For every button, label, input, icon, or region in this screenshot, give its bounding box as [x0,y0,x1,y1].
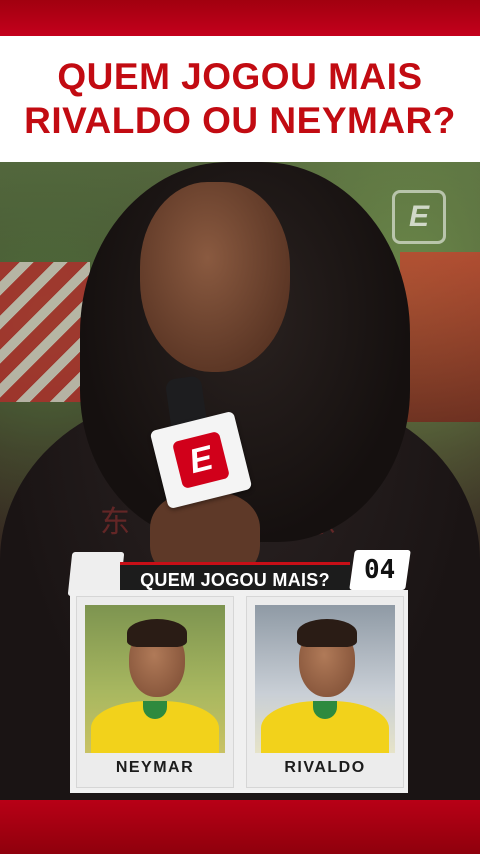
player-hair [127,619,187,647]
option-label-rivaldo: RIVALDO [284,759,366,776]
espn-watermark-icon: E [392,190,446,244]
poll-options: NEYMAR RIVALDO [70,590,408,793]
espn-e-logo-icon: E [171,430,231,490]
presenter-face [140,182,290,372]
player-photo-rivaldo [255,605,395,753]
player-photo-neymar [85,605,225,753]
headline-line-2: RIVALDO OU NEYMAR? [24,100,456,141]
option-neymar[interactable]: NEYMAR [76,596,234,788]
poll-title: QUEM JOGOU MAIS? [140,569,330,590]
headline-banner: QUEM JOGOU MAIS RIVALDO OU NEYMAR? [0,36,480,162]
top-red-bar [0,0,480,36]
background-red-wall [400,252,480,422]
background-stripes [0,262,90,402]
poll-number-tab: 04 [349,550,411,590]
bottom-red-bar [0,800,480,854]
headline-line-1: QUEM JOGOU MAIS [57,56,423,97]
player-hair [297,619,357,647]
option-rivaldo[interactable]: RIVALDO [246,596,404,788]
poll-card: QUEM JOGOU MAIS? 04 NEYMAR RIVALDO [67,550,411,795]
poll-number: 04 [364,555,396,585]
option-label-neymar: NEYMAR [115,759,195,776]
